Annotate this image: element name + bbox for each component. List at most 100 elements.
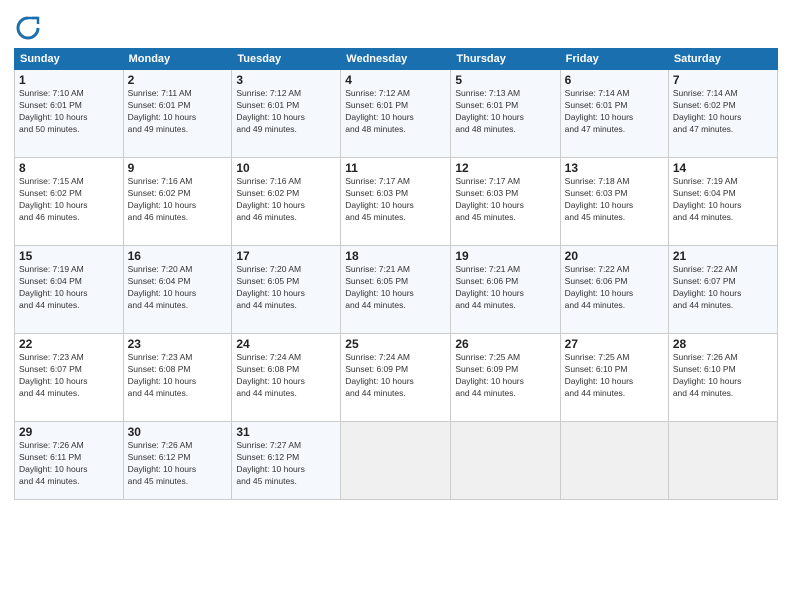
day-number: 29 bbox=[19, 425, 119, 439]
day-number: 25 bbox=[345, 337, 446, 351]
day-info: Sunrise: 7:20 AM Sunset: 6:05 PM Dayligh… bbox=[236, 264, 336, 312]
day-info: Sunrise: 7:20 AM Sunset: 6:04 PM Dayligh… bbox=[128, 264, 228, 312]
day-number: 28 bbox=[673, 337, 773, 351]
day-info: Sunrise: 7:24 AM Sunset: 6:09 PM Dayligh… bbox=[345, 352, 446, 400]
day-number: 2 bbox=[128, 73, 228, 87]
calendar-row: 8 Sunrise: 7:15 AM Sunset: 6:02 PM Dayli… bbox=[15, 158, 778, 246]
day-info: Sunrise: 7:26 AM Sunset: 6:12 PM Dayligh… bbox=[128, 440, 228, 488]
day-info: Sunrise: 7:16 AM Sunset: 6:02 PM Dayligh… bbox=[236, 176, 336, 224]
table-row: 22 Sunrise: 7:23 AM Sunset: 6:07 PM Dayl… bbox=[15, 334, 124, 422]
day-info: Sunrise: 7:26 AM Sunset: 6:11 PM Dayligh… bbox=[19, 440, 119, 488]
day-number: 24 bbox=[236, 337, 336, 351]
table-row: 12 Sunrise: 7:17 AM Sunset: 6:03 PM Dayl… bbox=[451, 158, 560, 246]
day-info: Sunrise: 7:27 AM Sunset: 6:12 PM Dayligh… bbox=[236, 440, 336, 488]
page: Sunday Monday Tuesday Wednesday Thursday… bbox=[0, 0, 792, 612]
day-info: Sunrise: 7:16 AM Sunset: 6:02 PM Dayligh… bbox=[128, 176, 228, 224]
day-number: 10 bbox=[236, 161, 336, 175]
table-row: 6 Sunrise: 7:14 AM Sunset: 6:01 PM Dayli… bbox=[560, 70, 668, 158]
day-number: 6 bbox=[565, 73, 664, 87]
calendar-row: 15 Sunrise: 7:19 AM Sunset: 6:04 PM Dayl… bbox=[15, 246, 778, 334]
table-row: 13 Sunrise: 7:18 AM Sunset: 6:03 PM Dayl… bbox=[560, 158, 668, 246]
day-number: 31 bbox=[236, 425, 336, 439]
calendar-row: 29 Sunrise: 7:26 AM Sunset: 6:11 PM Dayl… bbox=[15, 422, 778, 500]
day-info: Sunrise: 7:22 AM Sunset: 6:07 PM Dayligh… bbox=[673, 264, 773, 312]
day-number: 21 bbox=[673, 249, 773, 263]
table-row bbox=[341, 422, 451, 500]
day-info: Sunrise: 7:14 AM Sunset: 6:01 PM Dayligh… bbox=[565, 88, 664, 136]
table-row bbox=[560, 422, 668, 500]
day-info: Sunrise: 7:26 AM Sunset: 6:10 PM Dayligh… bbox=[673, 352, 773, 400]
day-number: 17 bbox=[236, 249, 336, 263]
day-number: 16 bbox=[128, 249, 228, 263]
header bbox=[14, 10, 778, 42]
table-row: 24 Sunrise: 7:24 AM Sunset: 6:08 PM Dayl… bbox=[232, 334, 341, 422]
day-info: Sunrise: 7:17 AM Sunset: 6:03 PM Dayligh… bbox=[345, 176, 446, 224]
table-row: 10 Sunrise: 7:16 AM Sunset: 6:02 PM Dayl… bbox=[232, 158, 341, 246]
day-info: Sunrise: 7:14 AM Sunset: 6:02 PM Dayligh… bbox=[673, 88, 773, 136]
day-number: 18 bbox=[345, 249, 446, 263]
logo bbox=[14, 14, 46, 42]
day-info: Sunrise: 7:15 AM Sunset: 6:02 PM Dayligh… bbox=[19, 176, 119, 224]
table-row: 20 Sunrise: 7:22 AM Sunset: 6:06 PM Dayl… bbox=[560, 246, 668, 334]
table-row: 23 Sunrise: 7:23 AM Sunset: 6:08 PM Dayl… bbox=[123, 334, 232, 422]
table-row: 8 Sunrise: 7:15 AM Sunset: 6:02 PM Dayli… bbox=[15, 158, 124, 246]
day-info: Sunrise: 7:13 AM Sunset: 6:01 PM Dayligh… bbox=[455, 88, 555, 136]
table-row: 30 Sunrise: 7:26 AM Sunset: 6:12 PM Dayl… bbox=[123, 422, 232, 500]
table-row: 5 Sunrise: 7:13 AM Sunset: 6:01 PM Dayli… bbox=[451, 70, 560, 158]
day-number: 23 bbox=[128, 337, 228, 351]
day-number: 13 bbox=[565, 161, 664, 175]
table-row: 16 Sunrise: 7:20 AM Sunset: 6:04 PM Dayl… bbox=[123, 246, 232, 334]
day-info: Sunrise: 7:12 AM Sunset: 6:01 PM Dayligh… bbox=[236, 88, 336, 136]
table-row: 25 Sunrise: 7:24 AM Sunset: 6:09 PM Dayl… bbox=[341, 334, 451, 422]
day-info: Sunrise: 7:23 AM Sunset: 6:07 PM Dayligh… bbox=[19, 352, 119, 400]
calendar-table: Sunday Monday Tuesday Wednesday Thursday… bbox=[14, 48, 778, 500]
day-info: Sunrise: 7:19 AM Sunset: 6:04 PM Dayligh… bbox=[19, 264, 119, 312]
table-row: 31 Sunrise: 7:27 AM Sunset: 6:12 PM Dayl… bbox=[232, 422, 341, 500]
day-info: Sunrise: 7:24 AM Sunset: 6:08 PM Dayligh… bbox=[236, 352, 336, 400]
day-info: Sunrise: 7:12 AM Sunset: 6:01 PM Dayligh… bbox=[345, 88, 446, 136]
table-row: 9 Sunrise: 7:16 AM Sunset: 6:02 PM Dayli… bbox=[123, 158, 232, 246]
col-thursday: Thursday bbox=[451, 49, 560, 70]
day-info: Sunrise: 7:10 AM Sunset: 6:01 PM Dayligh… bbox=[19, 88, 119, 136]
table-row: 2 Sunrise: 7:11 AM Sunset: 6:01 PM Dayli… bbox=[123, 70, 232, 158]
day-number: 1 bbox=[19, 73, 119, 87]
col-sunday: Sunday bbox=[15, 49, 124, 70]
day-number: 14 bbox=[673, 161, 773, 175]
table-row: 7 Sunrise: 7:14 AM Sunset: 6:02 PM Dayli… bbox=[668, 70, 777, 158]
col-wednesday: Wednesday bbox=[341, 49, 451, 70]
col-friday: Friday bbox=[560, 49, 668, 70]
day-number: 9 bbox=[128, 161, 228, 175]
table-row: 28 Sunrise: 7:26 AM Sunset: 6:10 PM Dayl… bbox=[668, 334, 777, 422]
table-row: 11 Sunrise: 7:17 AM Sunset: 6:03 PM Dayl… bbox=[341, 158, 451, 246]
day-number: 3 bbox=[236, 73, 336, 87]
day-info: Sunrise: 7:19 AM Sunset: 6:04 PM Dayligh… bbox=[673, 176, 773, 224]
table-row bbox=[668, 422, 777, 500]
col-tuesday: Tuesday bbox=[232, 49, 341, 70]
calendar-row: 1 Sunrise: 7:10 AM Sunset: 6:01 PM Dayli… bbox=[15, 70, 778, 158]
table-row: 21 Sunrise: 7:22 AM Sunset: 6:07 PM Dayl… bbox=[668, 246, 777, 334]
day-number: 11 bbox=[345, 161, 446, 175]
day-info: Sunrise: 7:25 AM Sunset: 6:09 PM Dayligh… bbox=[455, 352, 555, 400]
table-row: 17 Sunrise: 7:20 AM Sunset: 6:05 PM Dayl… bbox=[232, 246, 341, 334]
day-number: 15 bbox=[19, 249, 119, 263]
day-info: Sunrise: 7:21 AM Sunset: 6:06 PM Dayligh… bbox=[455, 264, 555, 312]
day-info: Sunrise: 7:11 AM Sunset: 6:01 PM Dayligh… bbox=[128, 88, 228, 136]
day-number: 8 bbox=[19, 161, 119, 175]
table-row: 27 Sunrise: 7:25 AM Sunset: 6:10 PM Dayl… bbox=[560, 334, 668, 422]
table-row: 19 Sunrise: 7:21 AM Sunset: 6:06 PM Dayl… bbox=[451, 246, 560, 334]
table-row: 14 Sunrise: 7:19 AM Sunset: 6:04 PM Dayl… bbox=[668, 158, 777, 246]
table-row: 29 Sunrise: 7:26 AM Sunset: 6:11 PM Dayl… bbox=[15, 422, 124, 500]
day-number: 26 bbox=[455, 337, 555, 351]
day-number: 22 bbox=[19, 337, 119, 351]
col-saturday: Saturday bbox=[668, 49, 777, 70]
table-row: 18 Sunrise: 7:21 AM Sunset: 6:05 PM Dayl… bbox=[341, 246, 451, 334]
day-info: Sunrise: 7:21 AM Sunset: 6:05 PM Dayligh… bbox=[345, 264, 446, 312]
table-row: 3 Sunrise: 7:12 AM Sunset: 6:01 PM Dayli… bbox=[232, 70, 341, 158]
day-number: 5 bbox=[455, 73, 555, 87]
calendar-row: 22 Sunrise: 7:23 AM Sunset: 6:07 PM Dayl… bbox=[15, 334, 778, 422]
day-info: Sunrise: 7:25 AM Sunset: 6:10 PM Dayligh… bbox=[565, 352, 664, 400]
day-number: 12 bbox=[455, 161, 555, 175]
table-row: 15 Sunrise: 7:19 AM Sunset: 6:04 PM Dayl… bbox=[15, 246, 124, 334]
day-info: Sunrise: 7:23 AM Sunset: 6:08 PM Dayligh… bbox=[128, 352, 228, 400]
day-number: 4 bbox=[345, 73, 446, 87]
